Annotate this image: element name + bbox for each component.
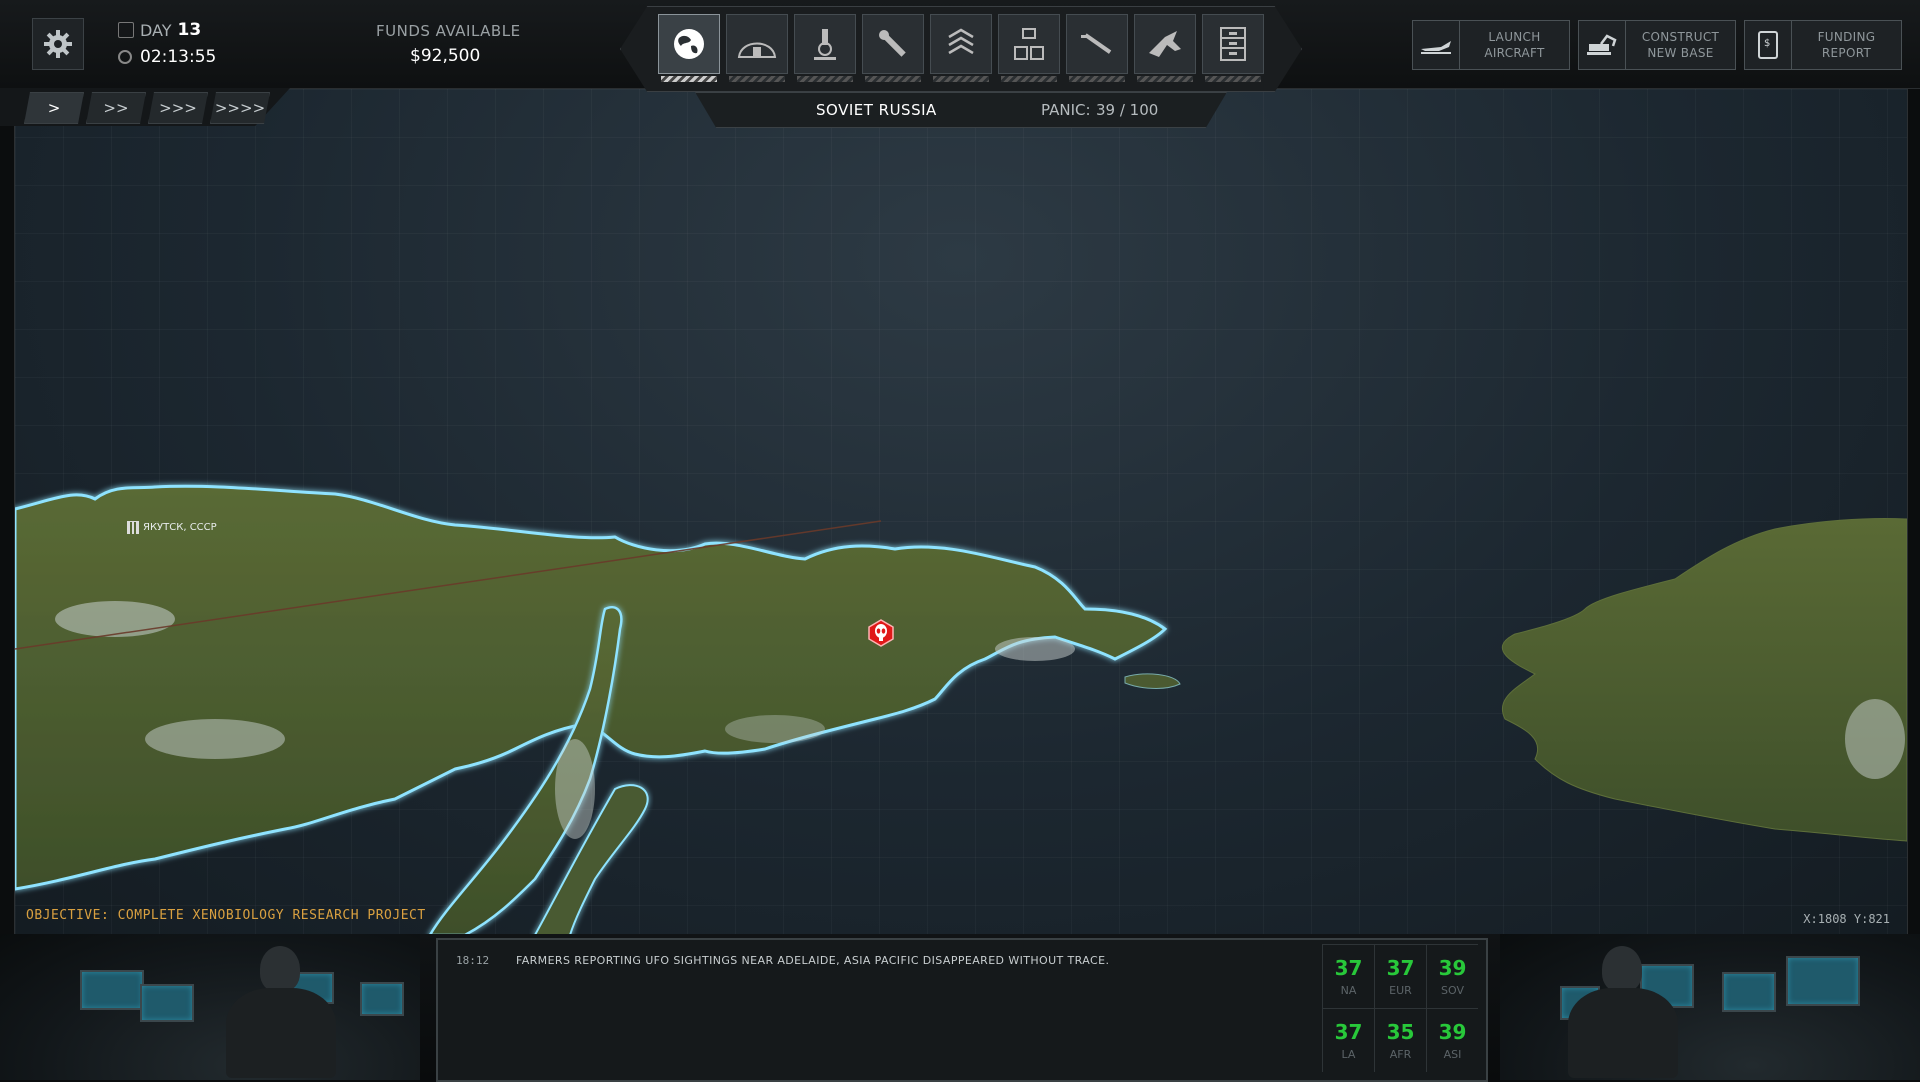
monitor-screen: [1786, 956, 1860, 1006]
money-report-icon: $: [1745, 21, 1792, 69]
time-value: 02:13:55: [140, 47, 217, 67]
panic-value-afr: 35: [1386, 1020, 1415, 1044]
panic-cell-sov: 39 SOV: [1426, 944, 1478, 1008]
panic-cell-asi: 39 ASI: [1426, 1008, 1478, 1072]
nav-situation-room-button[interactable]: [998, 14, 1060, 82]
funding-label-1: FUNDING: [1817, 30, 1876, 44]
panic-value-sov: 39: [1438, 956, 1467, 980]
nav-archives-button[interactable]: [1202, 14, 1264, 82]
nav-hangar-button[interactable]: [1066, 14, 1128, 82]
operator-figure: [1602, 946, 1642, 992]
cursor-coordinates: X:1808 Y:821: [1803, 912, 1890, 926]
nav-research-button[interactable]: [794, 14, 856, 82]
situation-room-icon: [1014, 28, 1044, 60]
archives-icon: [1220, 27, 1246, 61]
monitor-screen: [140, 984, 194, 1022]
landmass-alaska: [1501, 517, 1907, 842]
calendar-icon: [118, 22, 134, 38]
nav-aircraft-button[interactable]: [1134, 14, 1196, 82]
monitor-screen: [1722, 972, 1776, 1012]
right-operator-console: [1500, 934, 1920, 1080]
objective-text: OBJECTIVE: COMPLETE XENOBIOLOGY RESEARCH…: [26, 908, 426, 923]
launch-label-1: LAUNCH: [1488, 30, 1541, 44]
panic-label-afr: AFR: [1389, 1048, 1412, 1061]
ticker-message: FARMERS REPORTING UFO SIGHTINGS NEAR ADE…: [516, 954, 1110, 967]
ticker-time: 18:12: [456, 954, 490, 967]
aircraft-icon: [1149, 31, 1181, 57]
nav-barracks-button[interactable]: [930, 14, 992, 82]
alien-icon: [868, 619, 894, 647]
nav-base-button[interactable]: [726, 14, 788, 82]
panic-cell-la: 37 LA: [1322, 1008, 1374, 1072]
funding-label-2: REPORT: [1821, 46, 1872, 60]
speed-2-button[interactable]: >>: [86, 92, 146, 124]
panic-value-la: 37: [1334, 1020, 1363, 1044]
speed-1-button[interactable]: >: [24, 92, 84, 124]
svg-text:$: $: [1764, 38, 1770, 49]
speed-4-label: >>>>: [214, 99, 266, 117]
region-name: SOVIET RUSSIA: [816, 101, 937, 119]
panic-label: PANIC:: [1041, 101, 1091, 119]
operator-chair: [226, 988, 336, 1078]
monitor-screen: [360, 982, 404, 1016]
speed-2-label: >>: [103, 99, 129, 117]
construct-label-2: NEW BASE: [1647, 46, 1714, 60]
day-counter: DAY 13: [118, 20, 201, 40]
panic-value-eur: 37: [1386, 956, 1415, 980]
settings-button[interactable]: [32, 18, 84, 70]
panic-cell-na: 37 NA: [1322, 944, 1374, 1008]
landmass-island: [1124, 673, 1181, 689]
panic-value-na: 37: [1334, 956, 1363, 980]
construct-base-button[interactable]: CONSTRUCT NEW BASE: [1578, 20, 1736, 70]
ufo-alert-marker[interactable]: [867, 619, 895, 647]
panic-cell-eur: 37 EUR: [1374, 944, 1426, 1008]
hangar-icon: [1081, 33, 1112, 54]
operator-figure: [260, 946, 300, 992]
construct-label-1: CONSTRUCT: [1641, 30, 1720, 44]
panic-label-la: LA: [1341, 1048, 1356, 1061]
gear-icon: [44, 30, 72, 58]
map-terrain: [15, 484, 1907, 935]
panic-value-asi: 39: [1438, 1020, 1467, 1044]
clock-icon: [118, 50, 132, 64]
funds-value: $92,500: [410, 46, 481, 66]
research-icon: [814, 29, 836, 60]
base-icon: [737, 42, 777, 58]
operator-chair: [1568, 988, 1678, 1078]
panic-label-na: NA: [1340, 984, 1357, 997]
panic-value: 39 / 100: [1096, 101, 1159, 119]
launch-aircraft-button[interactable]: LAUNCH AIRCRAFT: [1412, 20, 1570, 70]
game-clock: 02:13:55: [118, 47, 216, 67]
barracks-icon: [948, 28, 974, 55]
city-name: ЯКУТСК, СССР: [143, 522, 217, 533]
engineering-icon: [879, 30, 906, 57]
speed-4-button[interactable]: >>>>: [210, 92, 270, 124]
panic-label-sov: SOV: [1441, 984, 1464, 997]
region-status-bar: SOVIET RUSSIA PANIC: 39 / 100: [695, 92, 1227, 128]
monitor-screen: [80, 970, 144, 1010]
globe-icon: [674, 29, 704, 59]
day-label: DAY: [140, 20, 172, 40]
panic-label-eur: EUR: [1389, 984, 1412, 997]
panic-label-asi: ASI: [1443, 1048, 1462, 1061]
day-value: 13: [177, 20, 202, 40]
left-operator-console: [0, 934, 420, 1080]
funds-label: FUNDS AVAILABLE: [376, 22, 521, 40]
nav-engineering-button[interactable]: [862, 14, 924, 82]
nav-geoscape-button[interactable]: [658, 14, 720, 82]
jet-icon: [1413, 21, 1460, 69]
city-icon: [127, 521, 139, 534]
excavator-icon: [1579, 21, 1626, 69]
speed-1-label: >: [47, 99, 61, 117]
speed-3-button[interactable]: >>>: [148, 92, 208, 124]
speed-3-label: >>>: [159, 99, 197, 117]
world-map[interactable]: ЯКУТСК, СССР: [14, 88, 1908, 936]
funding-report-button[interactable]: $ FUNDING REPORT: [1744, 20, 1902, 70]
panic-cell-afr: 35 AFR: [1374, 1008, 1426, 1072]
city-label-yakutsk[interactable]: ЯКУТСК, СССР: [127, 521, 217, 534]
launch-label-2: AIRCRAFT: [1484, 46, 1545, 60]
regional-panic-grid: 37 NA 37 EUR 39 SOV 37 LA 35 AFR 39 ASI: [1322, 944, 1478, 1072]
